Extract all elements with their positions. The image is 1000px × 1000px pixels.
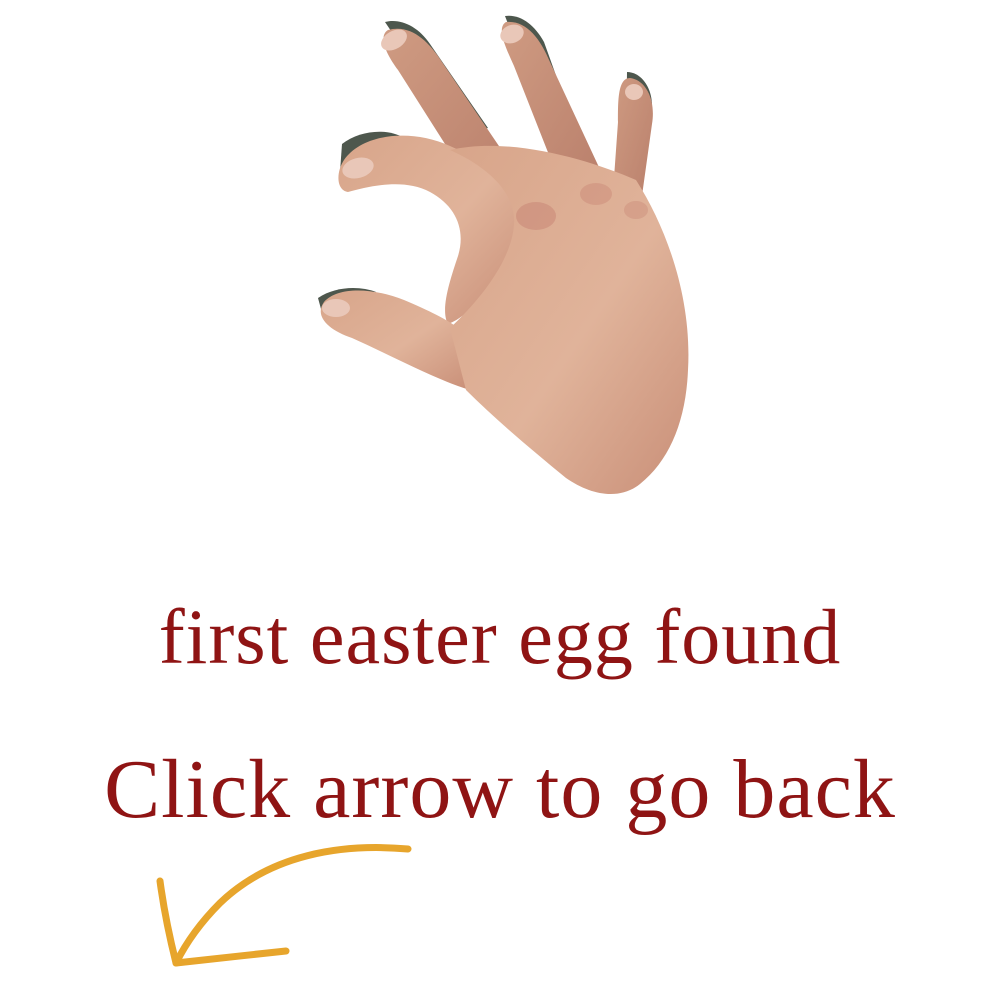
- curved-arrow-down-left-icon[interactable]: [150, 835, 420, 975]
- ok-hand-gesture-icon: [318, 15, 689, 495]
- go-back-instruction: Click arrow to go back: [104, 743, 896, 836]
- easter-egg-found-message: first easter egg found: [158, 593, 842, 680]
